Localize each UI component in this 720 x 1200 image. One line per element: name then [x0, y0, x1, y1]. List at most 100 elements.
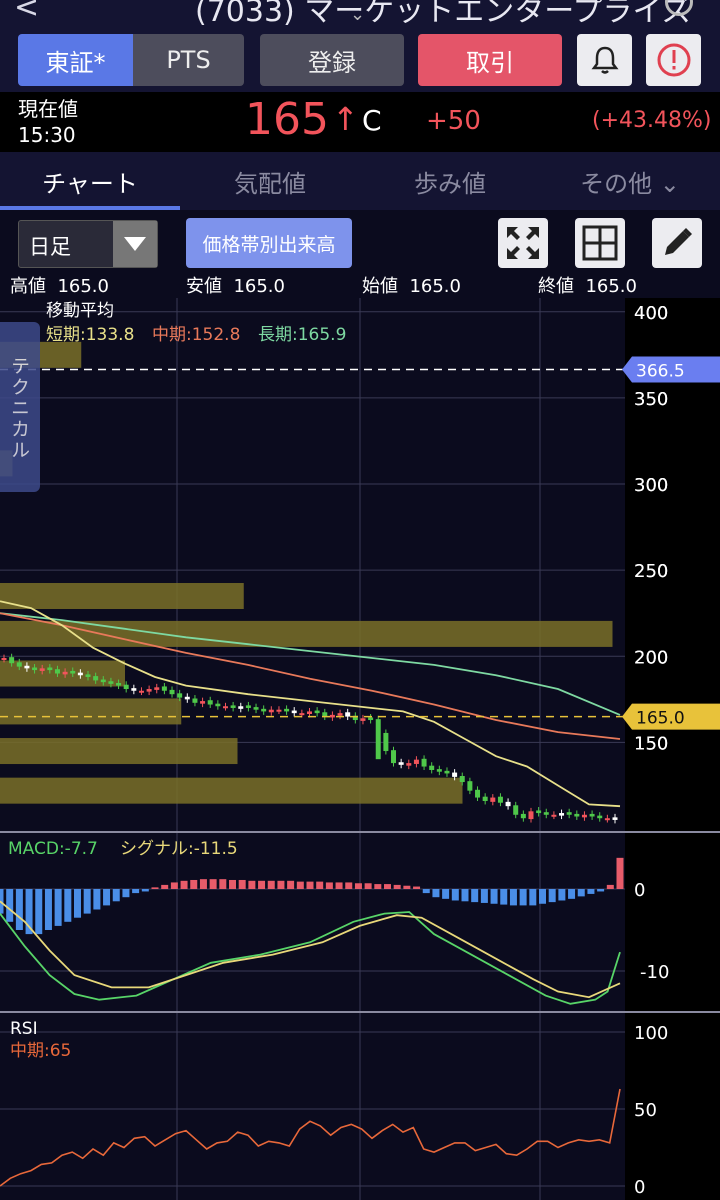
macd-bar — [529, 889, 537, 906]
candle-body — [413, 759, 419, 764]
y-tick-label: 250 — [634, 561, 668, 582]
y-tick-label: 350 — [634, 389, 668, 410]
back-icon[interactable]: < — [14, 0, 39, 25]
candle-body — [406, 763, 412, 766]
candle-body — [604, 818, 610, 821]
dropdown-icon — [113, 221, 157, 267]
stock-chart[interactable]: 400350300250200150400350300250200150366.… — [0, 298, 720, 1200]
macd-bar — [219, 879, 227, 889]
candle-body — [291, 710, 297, 714]
macd-bar — [248, 880, 256, 889]
volume-by-price-button[interactable]: 価格帯別出来高 — [186, 218, 352, 268]
candle-body — [32, 667, 38, 671]
candle-body — [268, 709, 274, 713]
candle-body — [436, 769, 442, 772]
candle-body — [146, 689, 152, 692]
candle-body — [62, 671, 68, 675]
candle-body — [574, 813, 580, 817]
bell-icon[interactable] — [577, 34, 632, 86]
close-value: 165.0 — [585, 276, 637, 297]
candle-body — [543, 812, 549, 815]
tab-chart[interactable]: チャート — [0, 152, 180, 210]
tab-ticks[interactable]: 歩み値 — [360, 152, 540, 210]
candle-body — [459, 776, 465, 783]
macd-bar — [335, 882, 343, 889]
market-tse-button[interactable]: 東証* — [18, 34, 133, 86]
macd-bar — [616, 857, 624, 889]
grid-icon[interactable] — [575, 218, 625, 268]
period-select[interactable]: 日足 — [18, 220, 158, 268]
high-value: 165.0 — [57, 276, 109, 297]
register-button[interactable]: 登録 — [260, 34, 404, 86]
candle-body — [475, 789, 481, 798]
candle-body — [497, 796, 503, 803]
macd-bar — [519, 889, 527, 906]
macd-bar — [422, 889, 430, 894]
high-label: 高値 — [10, 276, 46, 297]
macd-bar — [587, 889, 595, 894]
candle-body — [368, 717, 374, 721]
candle-body — [39, 668, 45, 671]
macd-bar — [461, 889, 469, 902]
rsi-mid-label: 中期:65 — [10, 1041, 71, 1061]
macd-bar — [539, 889, 546, 904]
candle-body — [314, 710, 320, 714]
rsi-tick-label: 50 — [634, 1100, 657, 1121]
volume-band — [0, 698, 182, 725]
macd-bar — [442, 889, 450, 899]
macd-bar — [6, 889, 14, 922]
macd-tick-label: 0 — [634, 880, 645, 901]
ma-mid-label: 中期:152.8 — [152, 325, 240, 345]
candle-body — [253, 707, 259, 710]
info-icon[interactable] — [646, 34, 701, 86]
tab-quotes[interactable]: 気配値 — [180, 152, 360, 210]
macd-bar — [238, 879, 246, 889]
macd-bar — [296, 881, 304, 889]
candle-body — [215, 703, 221, 707]
tab-other[interactable]: その他 ⌄ — [540, 152, 720, 210]
market-pts-button[interactable]: PTS — [133, 34, 244, 86]
candle-body — [100, 679, 106, 683]
volume-band — [0, 583, 244, 610]
candle-body — [597, 815, 603, 819]
macd-bar — [325, 882, 333, 889]
candle-body — [85, 674, 91, 677]
technical-panel-toggle[interactable]: テクニカル — [0, 322, 40, 492]
last-price-tag-label: 165.0 — [636, 709, 685, 729]
macd-bar — [44, 889, 52, 930]
candle-body — [398, 762, 404, 765]
candle-body — [337, 713, 343, 716]
macd-bar — [287, 880, 295, 889]
macd-bar — [93, 889, 101, 910]
macd-bar — [190, 879, 198, 889]
up-arrow-icon: ↑ — [332, 100, 359, 138]
volume-band — [0, 738, 238, 765]
current-price: 165 — [245, 94, 329, 145]
macd-bar — [103, 889, 111, 906]
macd-bar — [64, 889, 72, 922]
macd-bar — [374, 884, 382, 889]
candle-body — [284, 708, 290, 712]
candle-body — [482, 796, 488, 801]
candle-body — [452, 772, 458, 777]
candle-body — [200, 701, 206, 704]
fullscreen-icon[interactable] — [498, 218, 548, 268]
macd-bar — [577, 889, 585, 897]
macd-bar — [548, 889, 556, 903]
candle-body — [383, 732, 389, 752]
macd-bar — [122, 889, 130, 898]
pencil-icon[interactable] — [652, 218, 702, 268]
low-value: 165.0 — [233, 276, 285, 297]
y-tick-label: 400 — [634, 303, 668, 324]
rsi-tick-label: 100 — [634, 1023, 668, 1044]
candle-body — [230, 705, 236, 708]
open-label: 始値 — [362, 276, 398, 297]
open-value: 165.0 — [409, 276, 461, 297]
macd-bar — [277, 880, 285, 889]
macd-bar — [112, 889, 120, 902]
chevron-down-icon[interactable]: ⌄ — [350, 4, 365, 25]
macd-bar — [606, 884, 614, 889]
close-flag: C — [362, 104, 382, 137]
trade-button[interactable]: 取引 — [418, 34, 562, 86]
candle-body — [9, 657, 15, 664]
